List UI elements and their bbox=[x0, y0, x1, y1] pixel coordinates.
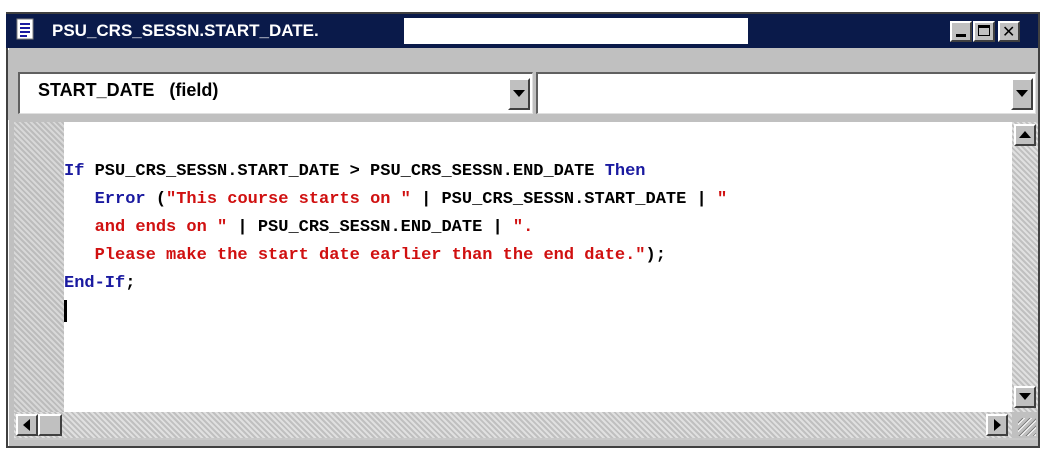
code-string: "This course starts on " bbox=[166, 190, 411, 209]
code-text-segment: ; bbox=[125, 274, 136, 293]
title-bar[interactable]: PSU_CRS_SESSN.START_DATE. ✕ bbox=[6, 14, 1038, 48]
minimize-button[interactable] bbox=[950, 21, 972, 42]
code-text[interactable]: If PSU_CRS_SESSN.START_DATE > PSU_CRS_SE… bbox=[64, 158, 727, 326]
code-keyword: Error bbox=[94, 190, 146, 209]
document-icon bbox=[16, 18, 34, 40]
code-text-segment: PSU_CRS_SESSN.START_DATE > PSU_CRS_SESSN… bbox=[84, 162, 605, 181]
vertical-scrollbar[interactable] bbox=[1012, 122, 1038, 412]
scroll-down-button[interactable] bbox=[1014, 386, 1036, 408]
code-text-segment: | PSU_CRS_SESSN.START_DATE | bbox=[410, 190, 717, 209]
code-string: and ends on " bbox=[94, 218, 228, 237]
code-keyword: End-If bbox=[64, 274, 126, 293]
arrow-right-icon bbox=[994, 419, 1001, 431]
code-editor[interactable]: If PSU_CRS_SESSN.START_DATE > PSU_CRS_SE… bbox=[64, 122, 1012, 412]
arrow-left-icon bbox=[23, 419, 30, 431]
window-title: PSU_CRS_SESSN.START_DATE. bbox=[40, 18, 404, 44]
scroll-up-button[interactable] bbox=[1014, 124, 1036, 146]
chevron-down-icon bbox=[513, 90, 525, 97]
code-text-segment: ); bbox=[645, 246, 666, 265]
horizontal-scroll-thumb[interactable] bbox=[38, 414, 62, 436]
chevron-down-icon bbox=[1016, 90, 1028, 97]
editor-toolbar: START_DATE (field) bbox=[8, 50, 1038, 120]
code-keyword: If bbox=[64, 162, 85, 181]
event-selector[interactable] bbox=[536, 72, 1036, 114]
scroll-right-button[interactable] bbox=[986, 414, 1008, 436]
field-selector[interactable]: START_DATE (field) bbox=[18, 72, 533, 114]
code-string: ". bbox=[512, 218, 534, 237]
code-string: " bbox=[716, 190, 728, 209]
close-icon: ✕ bbox=[1002, 22, 1016, 41]
code-keyword: Then bbox=[604, 162, 646, 181]
code-text-segment: ( bbox=[145, 190, 167, 209]
scroll-left-button[interactable] bbox=[16, 414, 38, 436]
event-selector-dropdown-button[interactable] bbox=[1011, 78, 1033, 110]
code-string: Please make the start date earlier than … bbox=[94, 246, 646, 265]
arrow-down-icon bbox=[1019, 393, 1031, 400]
field-selector-dropdown-button[interactable] bbox=[508, 78, 530, 110]
title-field: PSU_CRS_SESSN.START_DATE. bbox=[40, 18, 748, 44]
horizontal-scrollbar[interactable] bbox=[14, 412, 1012, 438]
arrow-up-icon bbox=[1019, 131, 1031, 138]
editor-gutter bbox=[14, 122, 64, 412]
field-selector-value: START_DATE (field) bbox=[38, 80, 219, 100]
text-cursor bbox=[64, 299, 67, 322]
code-text-segment: | PSU_CRS_SESSN.END_DATE | bbox=[227, 218, 513, 237]
minimize-icon bbox=[956, 34, 966, 37]
maximize-button[interactable] bbox=[973, 21, 995, 42]
maximize-icon bbox=[978, 25, 990, 36]
resize-grip-icon[interactable] bbox=[1012, 412, 1038, 438]
close-button[interactable]: ✕ bbox=[998, 21, 1020, 42]
